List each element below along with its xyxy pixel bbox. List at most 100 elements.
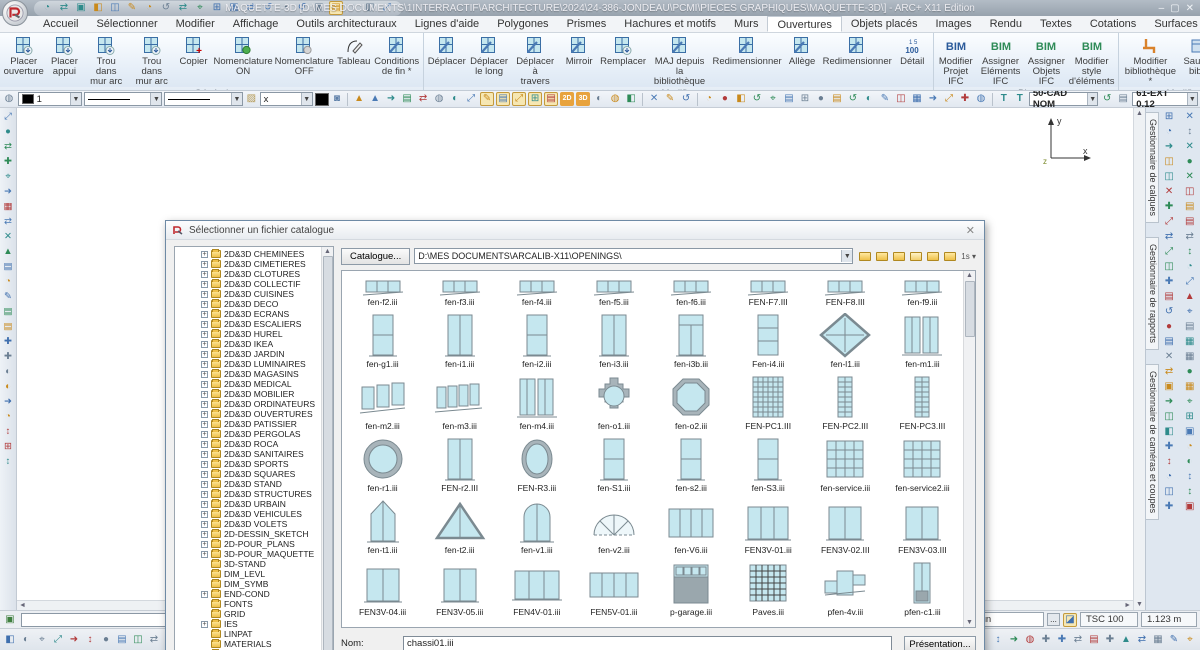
catalog-item[interactable]: FEN-r2.III <box>421 432 498 494</box>
tree-item[interactable]: +IES <box>201 619 321 629</box>
zoom-in-icon[interactable]: ◔ <box>702 92 716 106</box>
tab-modifier[interactable]: Modifier <box>167 16 224 32</box>
catalog-item[interactable]: fen-f5.iii <box>575 271 652 308</box>
view-top-icon[interactable]: ⇄ <box>1071 633 1085 647</box>
view-cube1-icon[interactable]: ● <box>814 92 828 106</box>
catalog-item[interactable]: FEN-R3.iii <box>498 432 575 494</box>
save-icon[interactable]: ▣ <box>74 1 88 15</box>
pen-line-icon[interactable]: ● <box>1181 154 1198 169</box>
pen-yellow-icon[interactable]: ⊞ <box>528 92 542 106</box>
tile-v-icon[interactable]: ✚ <box>1 155 16 169</box>
tree-item[interactable]: +2D&3D PATISSIER <box>201 419 321 429</box>
tree-item[interactable]: +2D&3D ECRANS <box>201 309 321 319</box>
catalog-item[interactable]: FEN3V-04.iii <box>344 556 421 618</box>
info-icon[interactable]: ⤢ <box>464 92 478 106</box>
ribbon-button-trou-dans-mur-arc[interactable]: Trou dans mur arc <box>129 34 175 87</box>
tree-item[interactable]: +2D&3D OUVERTURES <box>201 409 321 419</box>
catalog-item[interactable]: fen-f4.iii <box>498 271 575 308</box>
side-tab-gestionnaire-de-rapports[interactable]: Gestionnaire de rapports <box>1146 237 1159 350</box>
tree-item[interactable]: +2D&3D CLOTURES <box>201 269 321 279</box>
pan-left-icon[interactable]: ▤ <box>782 92 796 106</box>
tree-expand-icon[interactable]: + <box>201 401 208 408</box>
viewport-blue-icon[interactable]: ⌖ <box>1183 633 1197 647</box>
tree-expand-icon[interactable]: + <box>201 411 208 418</box>
catalog-item[interactable]: fen-r1.iii <box>344 432 421 494</box>
ribbon-button-placer-appui[interactable]: Placer appui <box>45 34 83 77</box>
hatch-icon[interactable]: ▨ <box>245 92 258 106</box>
minimize-button[interactable]: – <box>1159 3 1165 14</box>
tree-expand-icon[interactable]: + <box>201 501 208 508</box>
snap-arc-icon[interactable]: ⌖ <box>35 633 49 647</box>
snap-x-icon[interactable]: ✚ <box>1 350 16 364</box>
tree-vertical-scrollbar[interactable]: ▲▼ <box>321 247 333 650</box>
tree-expand-icon[interactable]: + <box>201 451 208 458</box>
zoom-prev-icon[interactable]: ⌖ <box>766 92 780 106</box>
catalog-item[interactable]: p-garage.iii <box>653 556 730 618</box>
dim-4-icon[interactable]: ▲ <box>1181 289 1198 304</box>
snap-fork-icon[interactable]: ◫ <box>131 633 145 647</box>
edit-home-icon[interactable]: ⤢ <box>1161 244 1178 259</box>
doc-sync-icon[interactable]: ✎ <box>1 290 16 304</box>
cascade-icon[interactable]: ● <box>1 125 16 139</box>
badge-2d-icon[interactable]: 2D <box>560 92 574 106</box>
view-cube2-icon[interactable]: ▤ <box>830 92 844 106</box>
orbit-icon[interactable]: ▦ <box>910 92 924 106</box>
tree-item[interactable]: +2D&3D JARDIN <box>201 349 321 359</box>
tree-expand-icon[interactable]: + <box>201 591 208 598</box>
folder-view-icon[interactable] <box>891 249 906 263</box>
tree-expand-icon[interactable]: + <box>201 381 208 388</box>
tree-item[interactable]: +2D&3D HUREL <box>201 329 321 339</box>
zoom-out-icon[interactable]: ● <box>718 92 732 106</box>
new-folder-icon[interactable] <box>874 249 889 263</box>
sort-order-button[interactable]: 1s ▾ <box>961 252 976 261</box>
tree-expand-icon[interactable]: + <box>201 441 208 448</box>
edit-clip-icon[interactable]: ✚ <box>1161 274 1178 289</box>
catalog-item[interactable]: fen-v2.iii <box>575 494 652 556</box>
tree-expand-icon[interactable]: + <box>201 491 208 498</box>
up-folder-icon[interactable] <box>857 249 872 263</box>
layer-combo[interactable]: 1▼ <box>18 92 82 106</box>
catalog-item[interactable]: pfen-4v.iii <box>807 556 884 618</box>
ribbon-button-placer-ouverture[interactable]: Placer ouverture <box>2 34 45 77</box>
catalog-item[interactable]: fen-s2.iii <box>653 432 730 494</box>
ribbon-button-all-ge[interactable]: Allège <box>783 34 821 67</box>
catalog-item[interactable]: pfen-c1.iii <box>884 556 961 618</box>
walk-1-icon[interactable]: ◫ <box>1161 409 1178 424</box>
combo-arrow-icon[interactable]: ▼ <box>70 93 81 105</box>
ribbon-button-nomenclature-on[interactable]: Nomenclature ON <box>213 34 274 77</box>
path-combo[interactable]: D:\MES DOCUMENTS\ARCALIB-X11\OPENINGS\▼ <box>414 248 853 264</box>
ellipse-icon[interactable]: ⤢ <box>942 92 956 106</box>
catalog-item[interactable]: fen-S3.iii <box>730 432 807 494</box>
tree-item[interactable]: +2D&3D ORDINATEURS <box>201 399 321 409</box>
snap-plus-icon[interactable]: ◐ <box>1 365 16 379</box>
help-icon[interactable]: ▣ <box>312 1 326 15</box>
arc-1-icon[interactable]: ▦ <box>1181 379 1198 394</box>
ribbon-button-sauver-bib-[interactable]: Sauver bib * <box>1180 34 1200 77</box>
catalog-item[interactable]: fen-i2.iii <box>498 308 575 370</box>
tab-murs[interactable]: Murs <box>725 16 767 32</box>
ribbon-button-trou-dans-mur-arc[interactable]: Trou dans mur arc <box>83 34 129 87</box>
zoom-pin-icon[interactable]: ▤ <box>400 92 414 106</box>
catalog-item[interactable]: fen-service2.iii <box>884 432 961 494</box>
fish-icon[interactable]: ↕ <box>1181 469 1198 484</box>
ribbon-button-tableau[interactable]: Tableau <box>335 34 373 67</box>
snap-div-icon[interactable]: ➜ <box>1 395 16 409</box>
tree-item[interactable]: MATERIALS <box>201 639 321 649</box>
pen-green2-icon[interactable]: ▤ <box>1116 92 1130 106</box>
redo-icon[interactable]: ▦ <box>227 1 241 15</box>
tree-item[interactable]: LINPAT <box>201 629 321 639</box>
zoom-window-icon[interactable]: ↺ <box>750 92 764 106</box>
copy-view-icon[interactable]: ▤ <box>1 260 16 274</box>
edit-arc-icon[interactable]: ◫ <box>1161 169 1178 184</box>
walk-3-icon[interactable]: ✚ <box>1161 439 1178 454</box>
tree-expand-icon[interactable]: + <box>201 531 208 538</box>
catalog-item[interactable]: fen-V6.iii <box>653 494 730 556</box>
catalog-item[interactable]: FEN3V-05.iii <box>421 556 498 618</box>
tree-item[interactable]: FONTS <box>201 599 321 609</box>
paste-view-icon[interactable]: ◔ <box>1 275 16 289</box>
doc-refresh-icon[interactable]: ◧ <box>624 92 638 106</box>
ribbon-button-redimensionner[interactable]: Redimensionner <box>821 34 893 67</box>
grid-split-icon[interactable]: ▤ <box>1181 214 1198 229</box>
catalog-item[interactable]: FEN3V-03.III <box>884 494 961 556</box>
catalog-item[interactable]: fen-service.iii <box>807 432 884 494</box>
